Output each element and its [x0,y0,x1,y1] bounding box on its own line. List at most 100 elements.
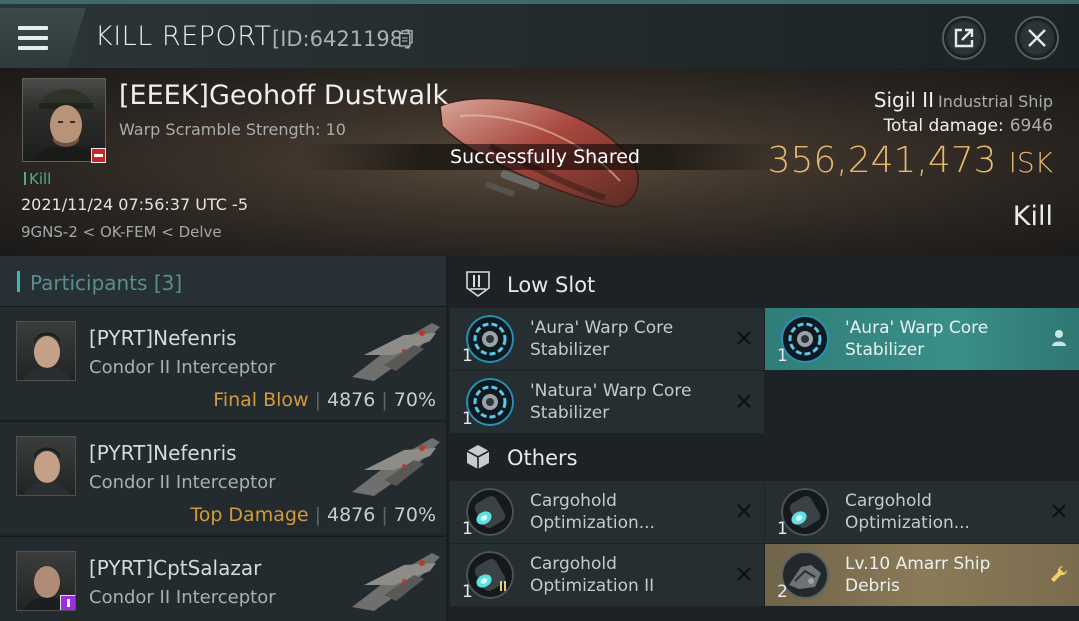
final-blow-tag: Final Blow [213,389,309,411]
warp-core-stabilizer-icon [781,315,829,363]
total-damage: Total damage: 6946 [883,116,1053,136]
victim-ship[interactable]: Sigil II Industrial Ship [874,88,1053,112]
warp-core-stabilizer-icon [466,378,514,426]
divider: | [314,504,321,526]
corporation-badge-icon [91,148,106,163]
wrench-icon [1051,565,1068,582]
cargohold-optimization-icon [781,488,829,536]
divider: | [314,389,321,411]
ship-debris-icon [781,551,829,599]
external-link-icon [954,28,974,48]
item-quantity: 1 [777,519,788,539]
ship-class: Industrial Ship [937,92,1053,111]
person-icon [1052,330,1066,346]
destroyed-icon [737,567,751,581]
ship-name: Sigil II [873,88,934,112]
victim-name[interactable]: [EEEK]Geohoff Dustwalk [119,80,448,111]
item-name: Cargohold Optimization... [845,491,970,533]
participant-ship: Condor II Interceptor [89,472,276,493]
item-quantity: 1 [777,346,788,366]
item-name: 'Aura' Warp Core Stabilizer [845,318,989,360]
report-id: [ID:6421198] [272,27,412,51]
destroyed-icon [737,394,751,408]
close-button[interactable] [1015,16,1059,60]
item-name: 'Aura' Warp Core Stabilizer [530,318,674,360]
item-quantity: 1 [462,346,473,366]
participant-avatar [16,321,76,381]
destroyed-icon [737,504,751,518]
item-quantity: 2 [777,582,788,602]
item-quantity: 1 [462,582,473,602]
kill-datetime: 2021/11/24 07:56:37 UTC -5 [21,195,249,214]
participant-name[interactable]: [PYRT]Nefenris [89,441,237,465]
isk-value: 356,241,473 ISK [768,140,1053,181]
divider: | [381,504,388,526]
item-name: Lv.10 Amarr Ship Debris [845,554,991,596]
low-slot-icon [466,271,490,297]
participants-title: Participants [3] [30,271,182,295]
page-title: KILL REPORT [95,21,272,52]
others-header: Others [448,431,1079,481]
isk-amount: 356,241,473 [767,140,997,181]
participant-stats: Top Damage | 4876 | 70% [190,504,436,526]
warp-core-stabilizer-icon [466,315,514,363]
divider: | [381,389,388,411]
cargo-box-icon [466,445,490,469]
participant-row[interactable]: [PYRT]Nefenris Condor II Interceptor Fin… [0,306,446,419]
item-name: 'Natura' Warp Core Stabilizer [530,381,692,423]
copy-icon[interactable] [399,30,413,47]
participant-avatar [16,436,76,496]
participant-stats: Final Blow | 4876 | 70% [213,389,436,411]
isk-unit: ISK [1008,146,1053,179]
cargohold-optimization-ii-icon [466,551,514,599]
item-quantity: 1 [462,519,473,539]
participant-damage: 4876 [327,389,376,411]
participant-ship-image [352,553,440,611]
participants-panel: Participants [3] [PYRT]Nefenris Condor I… [0,256,446,621]
share-button[interactable] [942,16,986,60]
participant-ship-image [352,438,440,496]
item-row[interactable]: 1 Cargohold Optimization... [765,481,1079,543]
total-damage-label: Total damage: [883,116,1004,136]
item-row[interactable]: 1 'Natura' Warp Core Stabilizer [450,371,764,433]
participant-damage: 4876 [327,504,376,526]
menu-tab[interactable] [0,8,86,68]
item-name: Cargohold Optimization... [530,491,655,533]
kill-result: Kill [1012,201,1053,232]
accent-bar [17,271,20,292]
item-row[interactable]: 1 'Aura' Warp Core Stabilizer [765,308,1079,370]
participant-ship: Condor II Interceptor [89,357,276,378]
destroyed-icon [737,331,751,345]
item-quantity: 1 [462,409,473,429]
item-row[interactable]: 1 'Aura' Warp Core Stabilizer [450,308,764,370]
participant-ship-image [352,323,440,381]
item-name: Cargohold Optimization II [530,554,655,596]
participant-percent: 70% [393,389,436,411]
participant-row[interactable]: [PYRT]CptSalazar Condor II Interceptor [0,536,446,621]
hamburger-menu-icon[interactable] [18,26,48,50]
item-row[interactable]: 1 Cargohold Optimization II [450,544,764,606]
alliance-badge-icon [60,595,75,610]
title-bar: KILL REPORT [ID:6421198] [0,0,1079,68]
participants-label: Participants [30,271,148,295]
shared-toast: Successfully Shared [300,144,790,170]
victim-banner: [EEEK]Geohoff Dustwalk Warp Scramble Str… [0,68,1079,256]
close-icon [1028,29,1046,47]
participant-name[interactable]: [PYRT]Nefenris [89,326,237,350]
participant-percent: 70% [393,504,436,526]
others-label: Others [507,446,578,470]
warp-scramble-strength: Warp Scramble Strength: 10 [119,120,346,139]
cargohold-optimization-icon [466,488,514,536]
participant-row[interactable]: [PYRT]Nefenris Condor II Interceptor Top… [0,421,446,534]
participant-name[interactable]: [PYRT]CptSalazar [89,556,261,580]
low-slot-header: Low Slot [448,258,1079,308]
kill-location[interactable]: 9GNS-2 < OK-FEM < Delve [21,223,222,241]
participants-count: [3] [153,271,183,295]
participants-header: Participants [3] [0,256,446,306]
destroyed-icon [1052,504,1066,518]
kill-tag: Kill [24,170,51,188]
participant-avatar [16,551,76,611]
items-panel: Low Slot 1 'Aura' Warp Core Stabilizer 1… [448,256,1079,621]
item-row[interactable]: 1 Cargohold Optimization... [450,481,764,543]
item-row[interactable]: 2 Lv.10 Amarr Ship Debris [765,544,1079,606]
